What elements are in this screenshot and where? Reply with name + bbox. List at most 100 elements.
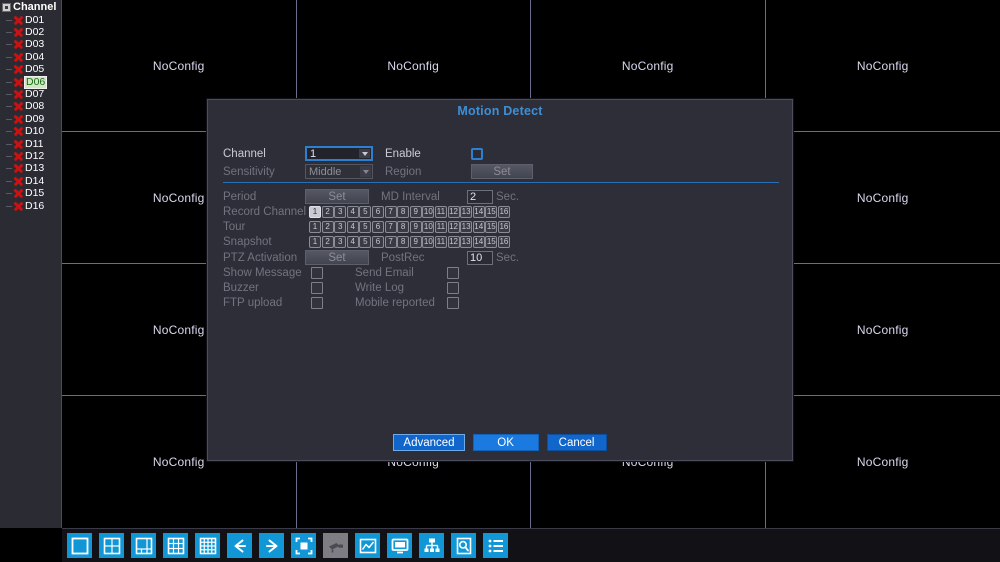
tour-box-9[interactable]: 9 (409, 221, 422, 233)
advanced-button[interactable]: Advanced (393, 434, 465, 451)
chevron-down-icon[interactable] (360, 166, 371, 177)
tour-box-14[interactable]: 14 (472, 221, 485, 233)
record-channel-box-4[interactable]: 4 (346, 206, 359, 218)
camera-button[interactable] (323, 533, 348, 558)
tour-box-11[interactable]: 11 (434, 221, 447, 233)
video-cell[interactable]: NoConfig (765, 264, 1000, 396)
arrow-right-button[interactable] (259, 533, 284, 558)
arrow-left-button[interactable] (227, 533, 252, 558)
tour-box-12[interactable]: 12 (447, 221, 460, 233)
snapshot-box-13[interactable]: 13 (460, 236, 473, 248)
record-channel-box-3[interactable]: 3 (334, 206, 347, 218)
view-six-split-button[interactable] (131, 533, 156, 558)
record-channel-box-12[interactable]: 12 (447, 206, 460, 218)
view-nine-split-button[interactable] (163, 533, 188, 558)
record-channel-box-13[interactable]: 13 (460, 206, 473, 218)
snapshot-box-9[interactable]: 9 (409, 236, 422, 248)
snapshot-box-8[interactable]: 8 (397, 236, 410, 248)
record-channel-box-5[interactable]: 5 (359, 206, 372, 218)
tour-box-7[interactable]: 7 (384, 221, 397, 233)
tour-box-5[interactable]: 5 (359, 221, 372, 233)
tour-box-6[interactable]: 6 (371, 221, 384, 233)
buzzer-checkbox[interactable] (311, 282, 323, 294)
tour-box-10[interactable]: 10 (422, 221, 435, 233)
show-message-checkbox[interactable] (311, 267, 323, 279)
video-cell[interactable]: NoConfig (765, 132, 1000, 264)
region-set-button[interactable]: Set (471, 164, 533, 179)
channel-item-d04[interactable]: D04 (0, 51, 61, 63)
snapshot-box-1[interactable]: 1 (309, 236, 321, 248)
period-set-button[interactable]: Set (305, 189, 369, 204)
write-log-checkbox[interactable] (447, 282, 459, 294)
record-channel-box-7[interactable]: 7 (384, 206, 397, 218)
channel-item-d01[interactable]: D01 (0, 14, 61, 26)
channel-item-d10[interactable]: D10 (0, 126, 61, 138)
record-channel-box-10[interactable]: 10 (422, 206, 435, 218)
playback-chart-button[interactable] (355, 533, 380, 558)
video-cell[interactable]: NoConfig (765, 0, 1000, 132)
channel-item-d05[interactable]: D05 (0, 64, 61, 76)
pip-button[interactable] (291, 533, 316, 558)
channel-item-d11[interactable]: D11 (0, 138, 61, 150)
record-channel-box-6[interactable]: 6 (371, 206, 384, 218)
sensitivity-select[interactable]: Middle (305, 164, 373, 179)
snapshot-box-11[interactable]: 11 (434, 236, 447, 248)
enable-checkbox[interactable] (471, 147, 483, 160)
record-channel-box-15[interactable]: 15 (485, 206, 498, 218)
view-single-button[interactable] (67, 533, 92, 558)
snapshot-box-7[interactable]: 7 (384, 236, 397, 248)
chevron-down-icon[interactable] (359, 149, 370, 158)
md-interval-input[interactable]: 2 (467, 189, 493, 204)
channel-item-d08[interactable]: D08 (0, 101, 61, 113)
tour-box-3[interactable]: 3 (334, 221, 347, 233)
channel-item-d16[interactable]: D16 (0, 200, 61, 212)
main-menu-list-button[interactable] (483, 533, 508, 558)
cancel-button[interactable]: Cancel (546, 434, 607, 451)
view-sixteen-split-button[interactable] (195, 533, 220, 558)
ptz-set-button[interactable]: Set (305, 250, 369, 265)
record-channel-box-16[interactable]: 16 (497, 206, 510, 218)
ftp-upload-checkbox[interactable] (311, 297, 323, 309)
channel-item-d13[interactable]: D13 (0, 163, 61, 175)
tour-box-8[interactable]: 8 (397, 221, 410, 233)
channel-tree-root[interactable]: Channel (0, 0, 61, 14)
channel-item-d03[interactable]: D03 (0, 39, 61, 51)
ok-button[interactable]: OK (472, 434, 539, 451)
record-channel-box-8[interactable]: 8 (397, 206, 410, 218)
postrec-input[interactable]: 10 (467, 250, 493, 265)
snapshot-box-2[interactable]: 2 (321, 236, 334, 248)
snapshot-box-4[interactable]: 4 (346, 236, 359, 248)
channel-item-d09[interactable]: D09 (0, 113, 61, 125)
snapshot-box-15[interactable]: 15 (485, 236, 498, 248)
view-four-split-button[interactable] (99, 533, 124, 558)
tour-box-13[interactable]: 13 (460, 221, 473, 233)
tour-box-16[interactable]: 16 (497, 221, 510, 233)
record-channel-box-14[interactable]: 14 (472, 206, 485, 218)
network-tree-button[interactable] (419, 533, 444, 558)
monitor-button[interactable] (387, 533, 412, 558)
record-channel-box-9[interactable]: 9 (409, 206, 422, 218)
tour-box-15[interactable]: 15 (485, 221, 498, 233)
tour-box-4[interactable]: 4 (346, 221, 359, 233)
snapshot-box-12[interactable]: 12 (447, 236, 460, 248)
tour-box-2[interactable]: 2 (321, 221, 334, 233)
snapshot-box-14[interactable]: 14 (472, 236, 485, 248)
send-email-checkbox[interactable] (447, 267, 459, 279)
snapshot-box-10[interactable]: 10 (422, 236, 435, 248)
tour-box-1[interactable]: 1 (309, 221, 321, 233)
snapshot-box-6[interactable]: 6 (371, 236, 384, 248)
snapshot-box-3[interactable]: 3 (334, 236, 347, 248)
record-channel-box-2[interactable]: 2 (321, 206, 334, 218)
channel-item-d06[interactable]: D06 (0, 75, 61, 89)
channel-item-d07[interactable]: D07 (0, 88, 61, 100)
record-channel-box-11[interactable]: 11 (434, 206, 447, 218)
channel-item-d02[interactable]: D02 (0, 26, 61, 38)
record-channel-box-1[interactable]: 1 (309, 206, 321, 218)
expander-icon[interactable] (2, 2, 11, 12)
mobile-reported-checkbox[interactable] (447, 297, 459, 309)
channel-item-d12[interactable]: D12 (0, 150, 61, 162)
channel-item-d15[interactable]: D15 (0, 187, 61, 199)
video-cell[interactable]: NoConfig (765, 396, 1000, 528)
hdd-search-button[interactable] (451, 533, 476, 558)
snapshot-box-5[interactable]: 5 (359, 236, 372, 248)
